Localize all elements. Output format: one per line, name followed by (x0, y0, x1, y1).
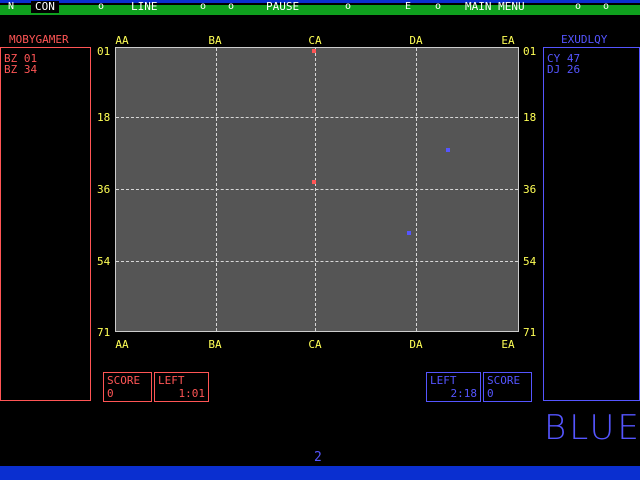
menu-dot: o (575, 1, 582, 12)
column-label: DA (409, 34, 423, 47)
row-label: 71 (523, 326, 537, 339)
row-label: 18 (523, 111, 537, 124)
column-label: DA (409, 338, 423, 351)
move-entry: BZ 34 (4, 63, 38, 76)
game-board[interactable] (115, 47, 519, 332)
time-value: 2:18 (450, 387, 478, 400)
row-label: 01 (97, 45, 111, 58)
time-value: 1:01 (178, 387, 206, 400)
menu-dot: o (228, 1, 235, 12)
menu-dot: o (98, 1, 105, 12)
menu-dot: o (200, 1, 207, 12)
time-label: LEFT (430, 374, 457, 387)
row-label: 36 (523, 183, 537, 196)
left-score-box: SCORE 0 (103, 372, 152, 402)
row-label: 01 (523, 45, 537, 58)
column-label: CA (308, 34, 322, 47)
bottom-bar (0, 466, 640, 480)
column-label: CA (308, 338, 322, 351)
grid-line (116, 189, 518, 190)
red-piece[interactable] (312, 180, 316, 184)
row-label: 54 (97, 255, 111, 268)
turn-team-label: BLUE (544, 408, 640, 448)
menu-dot: o (435, 1, 442, 12)
menu-dot: o (345, 1, 352, 12)
menu-dot: o (603, 1, 610, 12)
menu-dot: E (405, 1, 412, 12)
blue-piece[interactable] (446, 148, 450, 152)
right-player-name: EXUDLQY (561, 33, 608, 46)
row-label: 36 (97, 183, 111, 196)
column-label: AA (115, 34, 129, 47)
score-value: 0 (107, 387, 114, 400)
left-move-list: BZ 01 BZ 34 (0, 47, 91, 401)
left-time-box: LEFT 1:01 (154, 372, 209, 402)
time-label: LEFT (158, 374, 185, 387)
right-time-box: LEFT 2:18 (426, 372, 481, 402)
score-label: SCORE (107, 374, 141, 387)
column-label: BA (208, 34, 222, 47)
left-player-name: MOBYGAMER (9, 33, 69, 46)
grid-line (116, 261, 518, 262)
column-label: AA (115, 338, 129, 351)
right-score-box: SCORE 0 (483, 372, 532, 402)
blue-piece[interactable] (407, 231, 411, 235)
score-label: SCORE (487, 374, 521, 387)
score-value: 0 (487, 387, 494, 400)
menu-dot: N (8, 1, 15, 12)
menu-pause[interactable]: PAUSE (266, 1, 299, 13)
right-move-list: CY 47 DJ 26 (543, 47, 640, 401)
red-piece[interactable] (312, 49, 316, 53)
row-label: 71 (97, 326, 111, 339)
column-label: BA (208, 338, 222, 351)
row-label: 54 (523, 255, 537, 268)
menu-con[interactable]: CON (31, 1, 59, 13)
menu-line[interactable]: LINE (131, 1, 158, 13)
top-menu-bar: N CON o LINE o o PAUSE o E o MAIN MENU o… (0, 0, 640, 16)
row-label: 18 (97, 111, 111, 124)
move-entry: DJ 26 (547, 63, 581, 76)
top-blue-line (0, 0, 640, 3)
column-label: EA (501, 338, 515, 351)
menu-green-bar (0, 5, 640, 15)
page-number: 2 (314, 450, 322, 465)
menu-main-menu[interactable]: MAIN MENU (465, 1, 525, 13)
grid-line (116, 117, 518, 118)
column-label: EA (501, 34, 515, 47)
